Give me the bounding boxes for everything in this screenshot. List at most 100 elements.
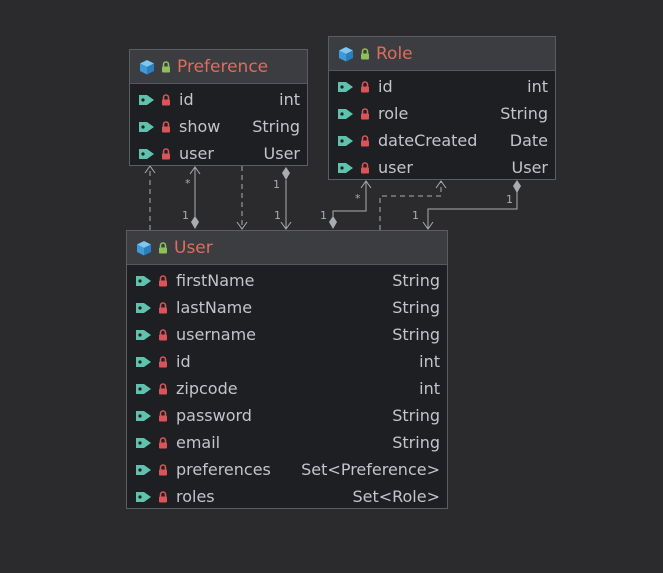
private-lock-icon [158,490,168,503]
field-icon [136,491,151,502]
field-type: int [419,352,440,371]
class-icon [137,240,151,255]
field-row[interactable]: email String [127,429,447,456]
field-row[interactable]: password String [127,402,447,429]
class-icon [339,46,353,61]
private-lock-icon [158,355,168,368]
composition-diamond [282,167,290,180]
public-lock-icon [158,241,168,254]
field-type: String [500,104,548,123]
multiplicity-label: 1 [320,209,327,222]
field-row[interactable]: id int [127,348,447,375]
field-name: firstName [176,271,255,290]
field-row[interactable]: user User [130,140,307,167]
field-name: show [179,117,221,136]
field-icon [338,108,353,119]
field-icon [338,81,353,92]
field-icon [338,135,353,146]
multiplicity-label: 1 [274,209,281,222]
private-lock-icon [158,436,168,449]
field-list: id int role String dateCreated Date user… [329,71,555,181]
field-type: Date [509,131,548,150]
field-row[interactable]: dateCreated Date [329,127,555,154]
class-title: User [174,237,213,258]
field-icon [136,437,151,448]
private-lock-icon [360,80,370,93]
field-type: Set<Role> [352,487,440,506]
private-lock-icon [158,274,168,287]
field-row[interactable]: id int [329,73,555,100]
field-row[interactable]: show String [130,113,307,140]
field-type: String [252,117,300,136]
field-icon [139,94,154,105]
private-lock-icon [360,107,370,120]
class-header[interactable]: Role [329,37,555,71]
field-list: id int show String user User [130,84,307,167]
field-icon [136,329,151,340]
class-title: Role [376,43,413,64]
composition-diamond [513,180,521,193]
class-icon [140,59,154,74]
field-type: User [511,158,548,177]
class-role[interactable]: Role id int role String dateCreated Date… [328,36,556,180]
composition-diamond [191,216,199,229]
field-type: String [392,433,440,452]
field-row[interactable]: roles Set<Role> [127,483,447,510]
field-name: zipcode [176,379,238,398]
field-name: email [176,433,221,452]
field-row[interactable]: lastName String [127,294,447,321]
field-type: String [392,406,440,425]
class-title: Preference [177,56,269,77]
public-lock-icon [161,60,171,73]
field-row[interactable]: zipcode int [127,375,447,402]
field-type: Set<Preference> [301,460,440,479]
field-name: id [378,77,393,96]
multiplicity-label: 1 [412,209,419,222]
field-icon [139,148,154,159]
edge-role-user-composition [427,192,518,228]
field-icon [136,302,151,313]
multiplicity-label: 1 [182,209,189,222]
field-row[interactable]: username String [127,321,447,348]
field-row[interactable]: role String [329,100,555,127]
field-name: user [179,144,214,163]
composition-diamond [329,216,337,229]
field-row[interactable]: id int [130,86,307,113]
field-name: role [378,104,409,123]
multiplicity-label: 1 [506,193,513,206]
private-lock-icon [158,463,168,476]
field-type: String [392,298,440,317]
field-icon [136,356,151,367]
field-type: String [392,271,440,290]
field-name: password [176,406,252,425]
class-header[interactable]: User [127,231,447,265]
field-name: username [176,325,256,344]
field-row[interactable]: firstName String [127,267,447,294]
private-lock-icon [161,147,171,160]
private-lock-icon [360,161,370,174]
multiplicity-label: * [355,192,361,205]
field-icon [136,275,151,286]
class-preference[interactable]: Preference id int show String user User [129,49,308,166]
field-icon [136,464,151,475]
field-type: int [279,90,300,109]
field-row[interactable]: preferences Set<Preference> [127,456,447,483]
field-name: dateCreated [378,131,478,150]
field-type: User [263,144,300,163]
class-header[interactable]: Preference [130,50,307,84]
field-row[interactable]: user User [329,154,555,181]
class-user[interactable]: User firstName String lastName String us… [126,230,448,509]
field-type: int [419,379,440,398]
field-list: firstName String lastName String usernam… [127,265,447,510]
field-name: roles [176,487,215,506]
private-lock-icon [161,120,171,133]
private-lock-icon [158,328,168,341]
private-lock-icon [158,382,168,395]
field-type: int [527,77,548,96]
public-lock-icon [360,47,370,60]
field-icon [338,162,353,173]
private-lock-icon [161,93,171,106]
field-icon [136,383,151,394]
field-name: lastName [176,298,253,317]
field-name: preferences [176,460,271,479]
